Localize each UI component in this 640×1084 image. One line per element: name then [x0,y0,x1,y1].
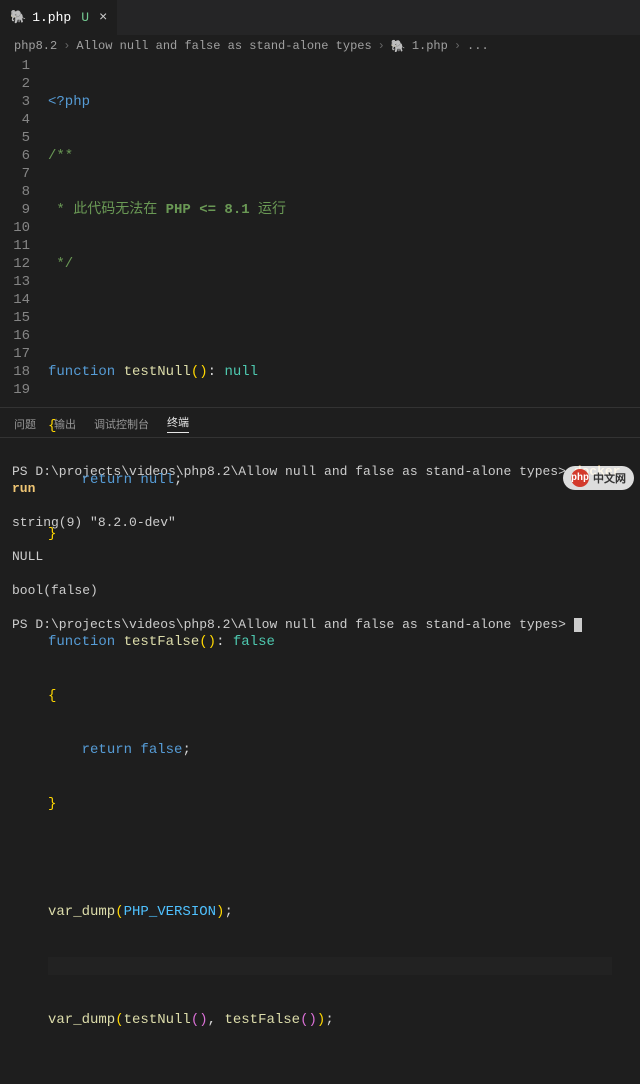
code-line: function testNull(): null [48,363,612,381]
cursor-icon [574,618,582,632]
tab-modified-badge: U [81,10,89,25]
code-line [48,579,612,597]
close-icon[interactable]: × [99,10,107,26]
code-line: <?php [48,93,612,111]
code-line: var_dump(testNull(), testFalse()); [48,1011,612,1029]
code-line: { [48,417,612,435]
code-line: { [48,687,612,705]
code-editor[interactable]: 1 2 3 4 5 6 7 8 9 10 11 12 13 14 15 16 1… [0,57,640,407]
crumb-folder[interactable]: Allow null and false as stand-alone type… [76,39,371,53]
breadcrumb[interactable]: php8.2 › Allow null and false as stand-a… [0,35,640,57]
watermark-badge: php 中文网 [563,466,634,490]
elephant-icon: 🐘 [391,39,406,54]
code-line [48,309,612,327]
chevron-right-icon: › [454,39,461,53]
line-gutter: 1 2 3 4 5 6 7 8 9 10 11 12 13 14 15 16 1… [0,57,48,407]
code-line: } [48,525,612,543]
code-line: return false; [48,741,612,759]
code-line: return null; [48,471,612,489]
code-line: function testFalse(): false [48,633,612,651]
tab-filename: 1.php [32,10,71,25]
elephant-icon: 🐘 [10,10,26,25]
tab-problems[interactable]: 问题 [14,416,36,432]
crumb-file[interactable]: 1.php [412,39,448,53]
crumb-project[interactable]: php8.2 [14,39,57,53]
chevron-right-icon: › [378,39,385,53]
code-line [48,849,612,867]
tab-bar: 🐘 1.php U × [0,0,640,35]
watermark-text: 中文网 [593,470,626,486]
code-line [48,1065,612,1083]
terminal-line: NULL [12,548,628,565]
code-line: */ [48,255,612,273]
code-line: var_dump(PHP_VERSION); [48,903,612,921]
code-line: /** [48,147,612,165]
code-content[interactable]: <?php /** * 此代码无法在 PHP <= 8.1 运行 */ func… [48,57,620,407]
terminal-line: PS D:\projects\videos\php8.2\Allow null … [12,616,628,633]
code-line [48,957,612,975]
editor-tab[interactable]: 🐘 1.php U × [0,0,118,35]
php-icon: php [571,469,589,487]
minimap[interactable] [620,57,640,407]
chevron-right-icon: › [63,39,70,53]
code-line: * 此代码无法在 PHP <= 8.1 运行 [48,201,612,219]
code-line: } [48,795,612,813]
crumb-trailing[interactable]: ... [467,39,489,53]
